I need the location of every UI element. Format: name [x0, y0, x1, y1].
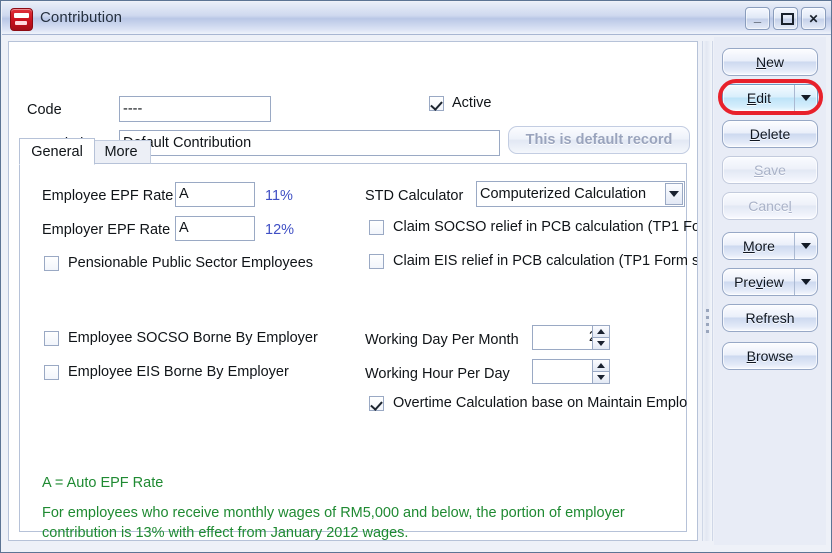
working-day-stepper[interactable] — [592, 325, 610, 350]
std-calculator-label: STD Calculator — [365, 188, 463, 204]
claim-eis-checkbox[interactable] — [369, 254, 384, 269]
close-icon: ✕ — [802, 13, 825, 25]
splitter-grip-icon — [706, 309, 709, 337]
edit-button[interactable]: Edit — [722, 84, 818, 112]
preview-button-head: Pre — [734, 274, 756, 290]
employee-epf-rate-percent: 11% — [265, 188, 293, 204]
browse-button-rest: rowse — [756, 348, 793, 364]
preview-button-rest: iew — [763, 274, 784, 290]
employee-epf-rate-label: Employee EPF Rate — [42, 188, 173, 204]
action-button-bar: New Edit Delete Save Cancel More Preview… — [714, 37, 826, 545]
app-logo-icon — [10, 8, 33, 31]
cancel-button-head: Cance — [748, 198, 788, 214]
tab-strip: More General — [19, 138, 687, 164]
auto-epf-note: A = Auto EPF Rate — [42, 474, 163, 494]
browse-button[interactable]: Browse — [722, 342, 818, 370]
working-hour-stepper[interactable] — [592, 359, 610, 384]
chevron-down-icon[interactable] — [665, 183, 683, 205]
save-button-rest: ave — [763, 162, 786, 178]
stepper-down-icon[interactable] — [592, 338, 610, 350]
panel-splitter[interactable] — [702, 41, 713, 541]
std-calculator-select[interactable]: Computerized Calculation — [476, 181, 685, 207]
pensionable-checkbox[interactable] — [44, 256, 59, 271]
employer-epf-rate-label: Employer EPF Rate — [42, 222, 170, 238]
working-day-label: Working Day Per Month — [365, 332, 519, 348]
stepper-up-icon[interactable] — [592, 325, 610, 338]
tab-panel-general: Employee EPF Rate A 11% Employer EPF Rat… — [19, 164, 687, 532]
employer-contribution-note: For employees who receive monthly wages … — [42, 504, 682, 541]
maximize-button[interactable] — [773, 7, 798, 30]
overtime-label: Overtime Calculation base on Maintain Em… — [393, 395, 687, 411]
more-button[interactable]: More — [722, 232, 818, 260]
eis-borne-label: Employee EIS Borne By Employer — [68, 364, 289, 380]
more-button-rest: ore — [755, 238, 775, 254]
active-checkbox[interactable] — [429, 96, 444, 111]
cancel-button: Cancel — [722, 192, 818, 220]
socso-borne-label: Employee SOCSO Borne By Employer — [68, 330, 318, 346]
edit-dropdown-arrow-icon[interactable] — [794, 85, 817, 111]
refresh-button-label: Refresh — [745, 310, 794, 326]
tab-general[interactable]: General — [19, 138, 95, 165]
std-calculator-value: Computerized Calculation — [480, 186, 646, 202]
save-button: Save — [722, 156, 818, 184]
minimize-icon: _ — [746, 9, 769, 22]
stepper-up-icon[interactable] — [592, 359, 610, 372]
stepper-down-icon[interactable] — [592, 372, 610, 384]
minimize-button[interactable]: _ — [745, 7, 770, 30]
window-title: Contribution — [40, 9, 122, 26]
close-button[interactable]: ✕ — [801, 7, 826, 30]
working-hour-label: Working Hour Per Day — [365, 366, 510, 382]
eis-borne-checkbox[interactable] — [44, 365, 59, 380]
contribution-window: Contribution _ ✕ Code ---- Description D… — [0, 0, 832, 553]
tab-more[interactable]: More — [91, 140, 151, 164]
maximize-icon — [781, 13, 794, 25]
active-label: Active — [452, 95, 492, 111]
title-bar: Contribution _ ✕ — [2, 2, 832, 35]
refresh-button[interactable]: Refresh — [722, 304, 818, 332]
window-controls: _ ✕ — [745, 7, 826, 30]
delete-button[interactable]: Delete — [722, 120, 818, 148]
more-dropdown-arrow-icon[interactable] — [794, 233, 817, 259]
claim-socso-label: Claim SOCSO relief in PCB calculation (T… — [393, 219, 698, 235]
tab-control: More General Employee EPF Rate A 11% Emp… — [19, 138, 687, 532]
code-input[interactable]: ---- — [119, 96, 271, 122]
pensionable-label: Pensionable Public Sector Employees — [68, 255, 313, 271]
delete-button-rest: elete — [760, 126, 790, 142]
employer-epf-rate-input[interactable]: A — [175, 216, 255, 241]
employee-epf-rate-input[interactable]: A — [175, 182, 255, 207]
edit-button-rest: dit — [756, 90, 771, 106]
claim-eis-label: Claim EIS relief in PCB calculation (TP1… — [393, 253, 698, 269]
employer-epf-rate-percent: 12% — [265, 222, 294, 238]
new-button-rest: ew — [766, 54, 784, 70]
tab-more-label: More — [104, 144, 137, 160]
preview-button[interactable]: Preview — [722, 268, 818, 296]
form-panel: Code ---- Description Default Contributi… — [8, 41, 698, 541]
overtime-checkbox[interactable] — [369, 396, 384, 411]
preview-dropdown-arrow-icon[interactable] — [794, 269, 817, 295]
claim-socso-checkbox[interactable] — [369, 220, 384, 235]
socso-borne-checkbox[interactable] — [44, 331, 59, 346]
code-label: Code — [27, 102, 62, 118]
tab-general-label: General — [31, 144, 83, 160]
new-button[interactable]: New — [722, 48, 818, 76]
